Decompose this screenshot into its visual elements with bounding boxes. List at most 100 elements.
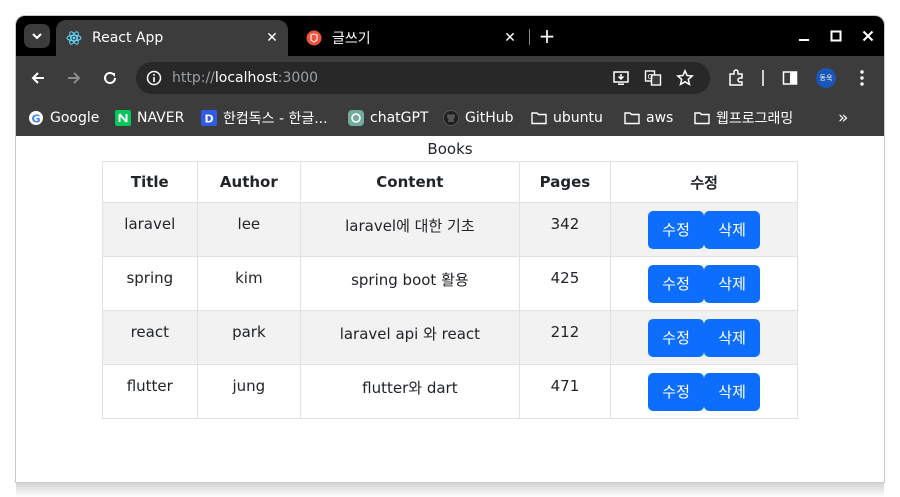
window-shadow — [16, 482, 884, 497]
table-row: flutter jung flutter와 dart 471 수정 삭제 — [102, 364, 798, 419]
cell-author: lee — [196, 202, 302, 257]
bookmark-hancom-docs[interactable]: D 한컴독스 - 한글... — [201, 108, 328, 128]
close-window-button[interactable] — [856, 26, 880, 46]
maximize-icon — [830, 30, 842, 42]
table-caption: Books — [427, 140, 473, 158]
delete-button[interactable]: 삭제 — [704, 319, 761, 357]
delete-button[interactable]: 삭제 — [704, 373, 761, 411]
browser-window: React App ✕ 글쓰기 ✕ + http://localhost:300… — [16, 16, 884, 482]
column-header-content: Content — [300, 161, 520, 203]
forward-arrow-icon — [68, 72, 81, 84]
tab-react-app[interactable]: React App ✕ — [56, 20, 288, 56]
tab-write[interactable]: 글쓰기 ✕ — [296, 20, 526, 56]
cell-title: react — [102, 310, 198, 365]
bookmark-folder-aws[interactable]: aws — [624, 108, 673, 128]
back-button[interactable] — [28, 68, 48, 88]
naver-icon — [115, 110, 131, 126]
reload-icon — [104, 71, 116, 84]
maximize-button[interactable] — [824, 26, 848, 46]
bookmark-folder-web-programming[interactable]: 웹프로그래밍 — [694, 108, 793, 128]
bookmark-star-icon[interactable] — [676, 69, 694, 87]
chevron-down-icon — [32, 33, 42, 40]
cell-actions: 수정 삭제 — [610, 256, 798, 311]
cell-pages: 212 — [518, 310, 612, 365]
profile-avatar[interactable]: 동욱 — [816, 68, 836, 88]
table-row: spring kim spring boot 활용 425 수정 삭제 — [102, 256, 798, 311]
cell-content: flutter와 dart — [300, 364, 520, 419]
svg-text:G: G — [32, 113, 41, 126]
url-text[interactable]: http://localhost:3000 — [172, 70, 318, 86]
reload-button[interactable] — [100, 68, 120, 88]
bookmark-chatgpt[interactable]: chatGPT — [348, 108, 428, 128]
cell-actions: 수정 삭제 — [610, 310, 798, 365]
react-icon — [66, 30, 82, 46]
column-header-author: Author — [196, 161, 302, 203]
more-bookmarks-button[interactable]: » — [838, 108, 848, 128]
cell-title: laravel — [102, 202, 198, 257]
back-arrow-icon — [31, 72, 44, 84]
edit-button[interactable]: 수정 — [648, 265, 705, 303]
tab-title: React App — [92, 30, 164, 46]
address-bar[interactable]: http://localhost:3000 G — [136, 62, 710, 94]
github-icon — [443, 110, 459, 126]
hancom-docs-icon: D — [201, 110, 217, 126]
folder-icon — [624, 110, 640, 126]
cell-author: jung — [196, 364, 302, 419]
svg-text:G: G — [648, 73, 653, 81]
page-content: Books Title Author Content Pages 수정 lara… — [16, 136, 884, 482]
cell-content: laravel api 와 react — [300, 310, 520, 365]
cell-content: laravel에 대한 기초 — [300, 202, 520, 257]
column-header-pages: Pages — [518, 161, 612, 203]
tab-title: 글쓰기 — [332, 31, 371, 47]
close-tab-icon[interactable]: ✕ — [262, 30, 282, 46]
svg-text:D: D — [205, 113, 214, 126]
cell-pages: 342 — [518, 202, 612, 257]
delete-button[interactable]: 삭제 — [704, 211, 761, 249]
toolbar-divider — [762, 70, 764, 86]
books-table: Title Author Content Pages 수정 laravel le… — [102, 161, 798, 419]
cell-content: spring boot 활용 — [300, 256, 520, 311]
translate-icon[interactable]: G — [644, 69, 662, 87]
tab-search-button[interactable] — [24, 24, 50, 48]
cell-title: flutter — [102, 364, 198, 419]
table-header-row: Title Author Content Pages 수정 — [102, 161, 798, 203]
new-tab-button[interactable]: + — [537, 26, 557, 46]
laravel-icon — [306, 30, 322, 46]
close-icon — [862, 30, 874, 42]
bookmark-folder-ubuntu[interactable]: ubuntu — [531, 108, 603, 128]
install-app-icon[interactable] — [612, 69, 630, 87]
cell-title: spring — [102, 256, 198, 311]
side-panel-icon[interactable] — [780, 68, 800, 88]
edit-button[interactable]: 수정 — [648, 211, 705, 249]
minimize-icon — [799, 39, 809, 41]
extensions-icon[interactable] — [726, 68, 746, 88]
title-bar: React App ✕ 글쓰기 ✕ + — [16, 16, 884, 56]
table-row: react park laravel api 와 react 212 수정 삭제 — [102, 310, 798, 365]
table-row: laravel lee laravel에 대한 기초 342 수정 삭제 — [102, 202, 798, 257]
edit-button[interactable]: 수정 — [648, 319, 705, 357]
bookmarks-bar: G Google NAVER D 한컴독스 - 한글... chatGPT Gi… — [16, 100, 884, 136]
cell-author: kim — [196, 256, 302, 311]
cell-actions: 수정 삭제 — [610, 364, 798, 419]
menu-kebab-icon[interactable] — [852, 68, 872, 88]
chatgpt-icon — [348, 110, 364, 126]
site-info-icon[interactable] — [146, 70, 162, 86]
column-header-edit: 수정 — [610, 161, 798, 203]
bookmark-naver[interactable]: NAVER — [115, 108, 184, 128]
tab-divider — [529, 29, 530, 45]
bookmark-github[interactable]: GitHub — [443, 108, 514, 128]
cell-pages: 471 — [518, 364, 612, 419]
minimize-button[interactable] — [792, 26, 816, 46]
browser-toolbar: http://localhost:3000 G 동욱 — [16, 56, 884, 100]
forward-button[interactable] — [64, 68, 84, 88]
folder-icon — [531, 110, 547, 126]
cell-author: park — [196, 310, 302, 365]
cell-pages: 425 — [518, 256, 612, 311]
delete-button[interactable]: 삭제 — [704, 265, 761, 303]
edit-button[interactable]: 수정 — [648, 373, 705, 411]
close-tab-icon[interactable]: ✕ — [500, 30, 520, 46]
cell-actions: 수정 삭제 — [610, 202, 798, 257]
google-icon: G — [28, 110, 44, 126]
bookmark-google[interactable]: G Google — [28, 108, 99, 128]
folder-icon — [694, 110, 710, 126]
